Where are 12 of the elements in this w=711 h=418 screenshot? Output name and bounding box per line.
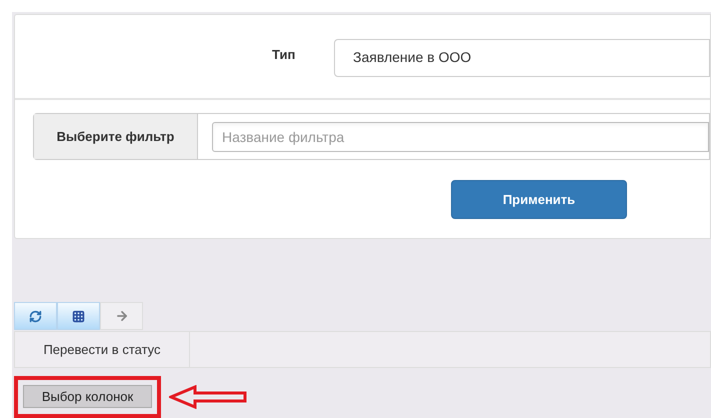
refresh-icon (29, 310, 42, 323)
toolbar-button[interactable] (14, 302, 57, 330)
grid-icon (72, 310, 85, 323)
filter-label: Выберите фильтр (34, 114, 198, 159)
apply-button[interactable]: Применить (451, 180, 627, 219)
type-field[interactable]: Заявление в ООО (334, 38, 710, 76)
arrow-left-icon (169, 385, 247, 409)
toolbar-button[interactable] (57, 302, 100, 330)
change-status-button[interactable]: Перевести в статус (15, 332, 190, 367)
filter-name-input[interactable]: Название фильтра (212, 122, 709, 152)
type-label: Тип (272, 46, 296, 64)
column-select-button[interactable]: Выбор колонок (23, 385, 152, 408)
